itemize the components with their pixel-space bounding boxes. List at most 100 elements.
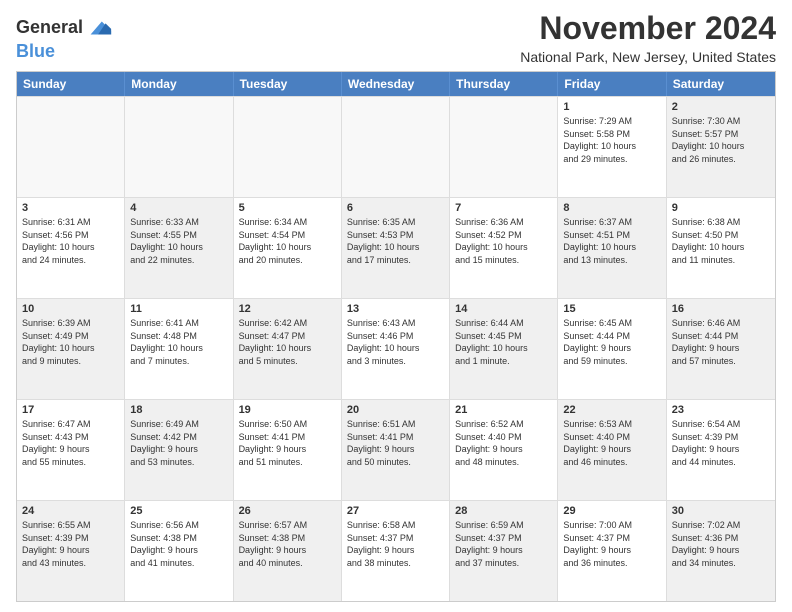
calendar-cell: 3 Sunrise: 6:31 AM Sunset: 4:56 PM Daylig… xyxy=(17,198,125,298)
day-number: 10 xyxy=(22,303,119,315)
calendar-cell: 14 Sunrise: 6:44 AM Sunset: 4:45 PM Dayli… xyxy=(450,299,558,399)
day-info: Sunrise: 7:29 AM Sunset: 5:58 PM Dayligh… xyxy=(563,115,660,165)
day-info: Sunrise: 6:33 AM Sunset: 4:55 PM Dayligh… xyxy=(130,216,227,266)
day-info: Sunrise: 6:39 AM Sunset: 4:49 PM Dayligh… xyxy=(22,317,119,367)
day-number: 13 xyxy=(347,303,444,315)
calendar-cell: 20Sunrise: 6:51 AM Sunset: 4:41 PM Dayli… xyxy=(342,400,450,500)
header: General Blue November 2024 National Park… xyxy=(16,10,776,65)
calendar-cell: 21 Sunrise: 6:52 AM Sunset: 4:40 PM Dayli… xyxy=(450,400,558,500)
calendar-cell: 9 Sunrise: 6:38 AM Sunset: 4:50 PM Daylig… xyxy=(667,198,775,298)
header-day-friday: Friday xyxy=(558,72,666,96)
calendar-cell: 24 Sunrise: 6:55 AM Sunset: 4:39 PM Dayli… xyxy=(17,501,125,601)
calendar-cell: 11 Sunrise: 6:41 AM Sunset: 4:48 PM Dayli… xyxy=(125,299,233,399)
logo: General Blue xyxy=(16,14,113,62)
calendar-cell: 4Sunrise: 6:33 AM Sunset: 4:55 PM Daylig… xyxy=(125,198,233,298)
day-info: Sunrise: 6:59 AM Sunset: 4:37 PM Dayligh… xyxy=(455,519,552,569)
day-number: 3 xyxy=(22,202,119,214)
header-day-monday: Monday xyxy=(125,72,233,96)
calendar-cell: 10 Sunrise: 6:39 AM Sunset: 4:49 PM Dayli… xyxy=(17,299,125,399)
calendar-cell: 23 Sunrise: 6:54 AM Sunset: 4:39 PM Dayli… xyxy=(667,400,775,500)
calendar-row-3: 17 Sunrise: 6:47 AM Sunset: 4:43 PM Dayli… xyxy=(17,399,775,500)
day-number: 7 xyxy=(455,202,552,214)
calendar-row-4: 24 Sunrise: 6:55 AM Sunset: 4:39 PM Dayli… xyxy=(17,500,775,601)
page: General Blue November 2024 National Park… xyxy=(0,0,792,612)
day-number: 17 xyxy=(22,404,119,416)
day-info: Sunrise: 6:43 AM Sunset: 4:46 PM Dayligh… xyxy=(347,317,444,367)
calendar-cell: 16 Sunrise: 6:46 AM Sunset: 4:44 PM Dayli… xyxy=(667,299,775,399)
day-number: 18 xyxy=(130,404,227,416)
day-number: 26 xyxy=(239,505,336,517)
title-block: November 2024 National Park, New Jersey,… xyxy=(520,10,776,65)
calendar-cell xyxy=(125,97,233,197)
header-day-thursday: Thursday xyxy=(450,72,558,96)
day-info: Sunrise: 6:54 AM Sunset: 4:39 PM Dayligh… xyxy=(672,418,770,468)
day-number: 2 xyxy=(672,101,770,113)
day-info: Sunrise: 6:42 AM Sunset: 4:47 PM Dayligh… xyxy=(239,317,336,367)
day-number: 25 xyxy=(130,505,227,517)
day-number: 16 xyxy=(672,303,770,315)
day-info: Sunrise: 6:41 AM Sunset: 4:48 PM Dayligh… xyxy=(130,317,227,367)
calendar-cell: 22 Sunrise: 6:53 AM Sunset: 4:40 PM Dayli… xyxy=(558,400,666,500)
calendar-cell: 8Sunrise: 6:37 AM Sunset: 4:51 PM Daylig… xyxy=(558,198,666,298)
calendar-row-2: 10 Sunrise: 6:39 AM Sunset: 4:49 PM Dayli… xyxy=(17,298,775,399)
header-day-wednesday: Wednesday xyxy=(342,72,450,96)
day-number: 14 xyxy=(455,303,552,315)
calendar-cell: 13 Sunrise: 6:43 AM Sunset: 4:46 PM Dayli… xyxy=(342,299,450,399)
day-number: 28 xyxy=(455,505,552,517)
logo-text: General xyxy=(16,18,83,38)
sub-title: National Park, New Jersey, United States xyxy=(520,49,776,65)
day-info: Sunrise: 6:51 AM Sunset: 4:41 PM Dayligh… xyxy=(347,418,444,468)
day-number: 22 xyxy=(563,404,660,416)
day-info: Sunrise: 6:58 AM Sunset: 4:37 PM Dayligh… xyxy=(347,519,444,569)
day-info: Sunrise: 7:00 AM Sunset: 4:37 PM Dayligh… xyxy=(563,519,660,569)
day-info: Sunrise: 6:46 AM Sunset: 4:44 PM Dayligh… xyxy=(672,317,770,367)
day-number: 12 xyxy=(239,303,336,315)
day-info: Sunrise: 6:57 AM Sunset: 4:38 PM Dayligh… xyxy=(239,519,336,569)
day-info: Sunrise: 6:45 AM Sunset: 4:44 PM Dayligh… xyxy=(563,317,660,367)
calendar-cell xyxy=(450,97,558,197)
calendar-cell: 1 Sunrise: 7:29 AM Sunset: 5:58 PM Daylig… xyxy=(558,97,666,197)
day-info: Sunrise: 6:44 AM Sunset: 4:45 PM Dayligh… xyxy=(455,317,552,367)
day-info: Sunrise: 6:35 AM Sunset: 4:53 PM Dayligh… xyxy=(347,216,444,266)
day-info: Sunrise: 6:52 AM Sunset: 4:40 PM Dayligh… xyxy=(455,418,552,468)
calendar-cell: 27 Sunrise: 6:58 AM Sunset: 4:37 PM Dayli… xyxy=(342,501,450,601)
day-number: 8 xyxy=(563,202,660,214)
day-info: Sunrise: 6:56 AM Sunset: 4:38 PM Dayligh… xyxy=(130,519,227,569)
day-info: Sunrise: 7:02 AM Sunset: 4:36 PM Dayligh… xyxy=(672,519,770,569)
day-number: 30 xyxy=(672,505,770,517)
header-day-tuesday: Tuesday xyxy=(234,72,342,96)
day-number: 6 xyxy=(347,202,444,214)
day-info: Sunrise: 6:47 AM Sunset: 4:43 PM Dayligh… xyxy=(22,418,119,468)
calendar-row-1: 3 Sunrise: 6:31 AM Sunset: 4:56 PM Daylig… xyxy=(17,197,775,298)
day-number: 24 xyxy=(22,505,119,517)
logo-icon xyxy=(85,14,113,42)
calendar-cell xyxy=(234,97,342,197)
day-info: Sunrise: 6:53 AM Sunset: 4:40 PM Dayligh… xyxy=(563,418,660,468)
day-info: Sunrise: 6:34 AM Sunset: 4:54 PM Dayligh… xyxy=(239,216,336,266)
logo-blue-text: Blue xyxy=(16,42,113,62)
header-day-sunday: Sunday xyxy=(17,72,125,96)
calendar-header: SundayMondayTuesdayWednesdayThursdayFrid… xyxy=(17,72,775,96)
calendar-cell: 28 Sunrise: 6:59 AM Sunset: 4:37 PM Dayli… xyxy=(450,501,558,601)
day-info: Sunrise: 6:31 AM Sunset: 4:56 PM Dayligh… xyxy=(22,216,119,266)
calendar-cell: 17 Sunrise: 6:47 AM Sunset: 4:43 PM Dayli… xyxy=(17,400,125,500)
day-info: Sunrise: 6:55 AM Sunset: 4:39 PM Dayligh… xyxy=(22,519,119,569)
day-number: 29 xyxy=(563,505,660,517)
day-info: Sunrise: 6:38 AM Sunset: 4:50 PM Dayligh… xyxy=(672,216,770,266)
calendar-cell: 18Sunrise: 6:49 AM Sunset: 4:42 PM Dayli… xyxy=(125,400,233,500)
calendar-cell: 29 Sunrise: 7:00 AM Sunset: 4:37 PM Dayli… xyxy=(558,501,666,601)
day-info: Sunrise: 6:36 AM Sunset: 4:52 PM Dayligh… xyxy=(455,216,552,266)
calendar-cell: 30 Sunrise: 7:02 AM Sunset: 4:36 PM Dayli… xyxy=(667,501,775,601)
calendar-cell: 12 Sunrise: 6:42 AM Sunset: 4:47 PM Dayli… xyxy=(234,299,342,399)
calendar: SundayMondayTuesdayWednesdayThursdayFrid… xyxy=(16,71,776,602)
calendar-row-0: 1 Sunrise: 7:29 AM Sunset: 5:58 PM Daylig… xyxy=(17,96,775,197)
day-number: 23 xyxy=(672,404,770,416)
day-number: 11 xyxy=(130,303,227,315)
day-number: 9 xyxy=(672,202,770,214)
header-day-saturday: Saturday xyxy=(667,72,775,96)
day-number: 1 xyxy=(563,101,660,113)
day-info: Sunrise: 7:30 AM Sunset: 5:57 PM Dayligh… xyxy=(672,115,770,165)
calendar-cell: 25 Sunrise: 6:56 AM Sunset: 4:38 PM Dayli… xyxy=(125,501,233,601)
day-number: 27 xyxy=(347,505,444,517)
day-number: 21 xyxy=(455,404,552,416)
